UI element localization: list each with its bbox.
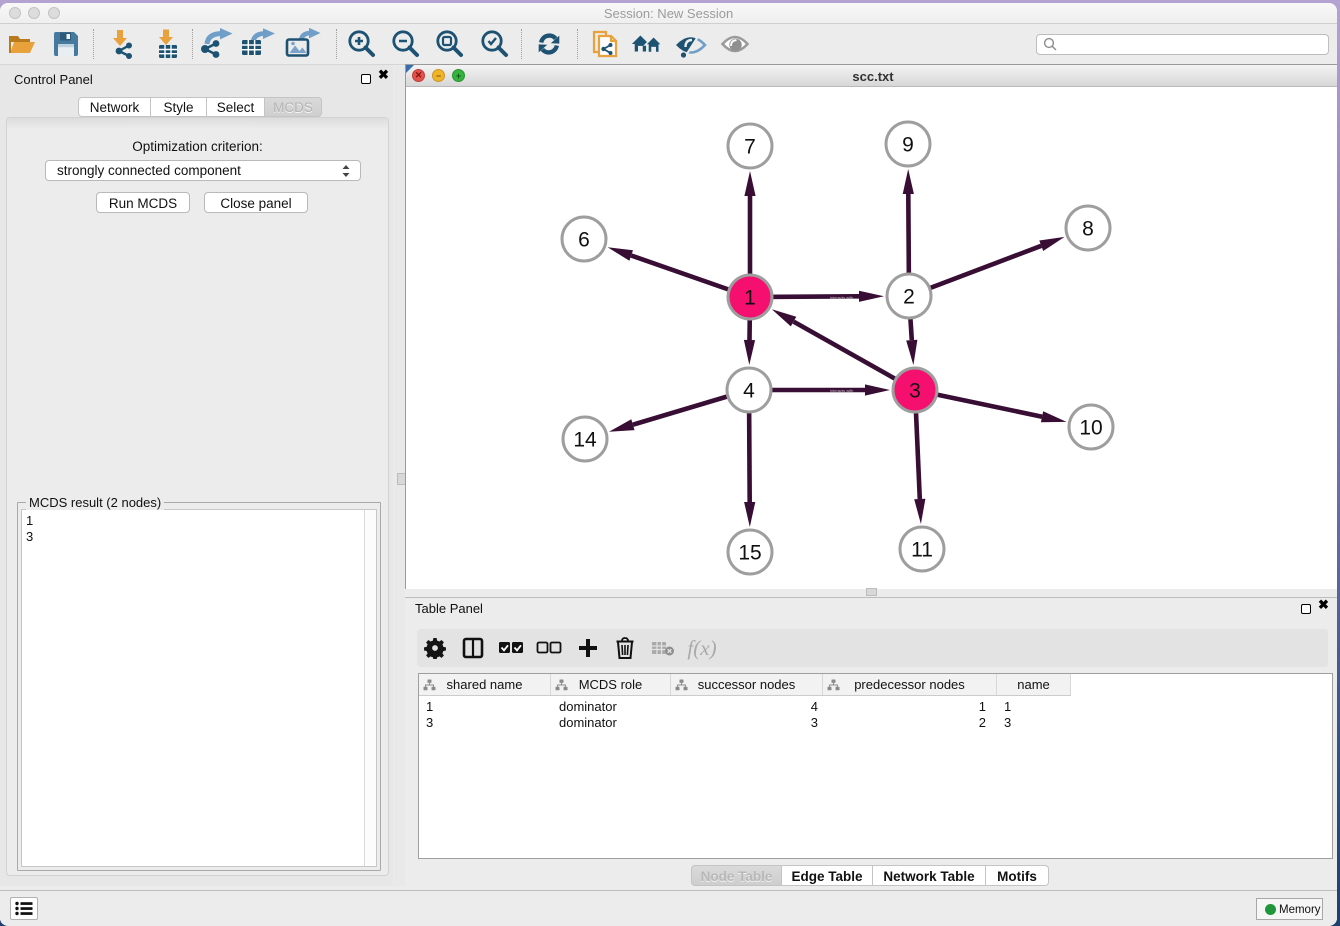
svg-text:3: 3 <box>909 380 921 403</box>
svg-text:15: 15 <box>738 542 761 565</box>
svg-text:7: 7 <box>744 136 756 159</box>
svg-text:4: 4 <box>743 380 755 403</box>
svg-text:9: 9 <box>902 134 914 157</box>
svg-text:10: 10 <box>1079 417 1102 440</box>
svg-text:2: 2 <box>903 286 915 309</box>
svg-text:11: 11 <box>911 539 933 562</box>
svg-text:interacts with: interacts with <box>830 295 853 300</box>
svg-text:14: 14 <box>573 429 597 452</box>
svg-text:interacts with: interacts with <box>830 388 853 393</box>
svg-text:6: 6 <box>578 229 590 252</box>
svg-text:8: 8 <box>1082 218 1094 241</box>
svg-text:1: 1 <box>744 287 756 310</box>
